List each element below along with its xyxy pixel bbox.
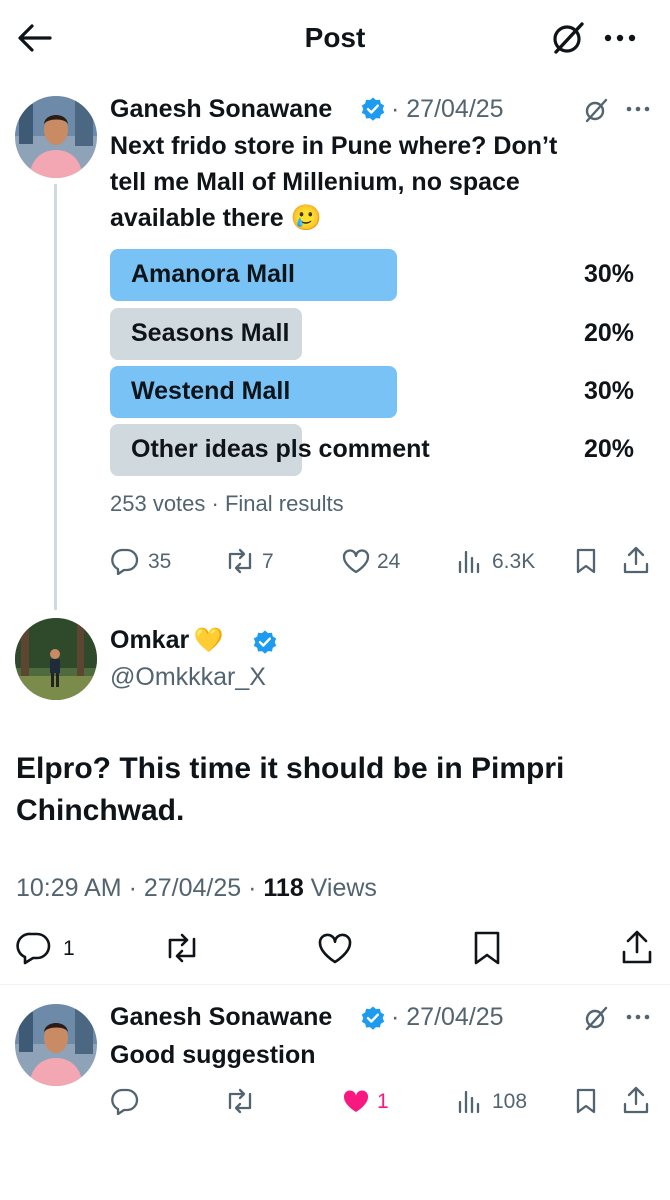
author-name[interactable]: Ganesh Sonawane — [110, 1003, 332, 1032]
poll-option[interactable]: Amanora Mall 30% — [110, 249, 640, 301]
tweet-text-line: Elpro? This time it should be in Pimpri — [16, 752, 565, 785]
avatar[interactable] — [15, 618, 97, 700]
views-count: 118 — [263, 874, 304, 902]
like-count: 24 — [377, 550, 401, 573]
poll-option-label: Westend Mall — [131, 377, 291, 405]
thread-line — [54, 184, 57, 610]
reply-count: 1 — [63, 937, 75, 960]
poll-option-label: Other ideas pls comment — [131, 435, 430, 463]
post-date: · 27/04/25 — [391, 1003, 504, 1031]
views-icon[interactable] — [456, 548, 484, 574]
tweet-text: Good suggestion — [110, 1041, 316, 1069]
more-icon[interactable] — [624, 1008, 652, 1026]
author-name: Omkar — [110, 626, 190, 654]
author-name[interactable]: Ganesh Sonawane — [110, 95, 332, 124]
more-icon[interactable] — [624, 100, 652, 118]
views-label: Views — [303, 874, 377, 902]
reply-icon[interactable] — [16, 931, 52, 965]
tweet-text-line: available there 🥲 — [110, 204, 322, 232]
poll-option-percent: 20% — [583, 319, 634, 347]
repost-icon[interactable] — [162, 932, 202, 964]
view-count: 6.3K — [492, 550, 536, 573]
tweet-text: Next frido store in Pune where? Don’t te… — [110, 128, 650, 236]
poll-summary: 253 votes · Final results — [110, 491, 344, 517]
like-icon-filled[interactable] — [341, 1088, 371, 1115]
poll-option-percent: 30% — [583, 260, 634, 288]
reply-count: 35 — [148, 550, 172, 573]
author-emoji: 💛 — [193, 627, 224, 654]
like-count: 1 — [377, 1090, 389, 1113]
poll-option-percent: 30% — [583, 377, 634, 405]
repost-icon[interactable] — [224, 1088, 256, 1114]
view-count: 108 — [492, 1090, 528, 1113]
more-icon[interactable] — [602, 26, 638, 50]
avatar[interactable] — [15, 96, 97, 178]
divider — [0, 984, 670, 985]
share-icon[interactable] — [620, 928, 654, 966]
grok-icon[interactable] — [582, 1004, 610, 1032]
tweet-text: Elpro? This time it should be in Pimpri … — [16, 748, 656, 832]
like-icon[interactable] — [316, 932, 354, 966]
grok-icon[interactable] — [548, 18, 588, 58]
bookmark-icon[interactable] — [574, 547, 598, 575]
poll-option[interactable]: Seasons Mall 20% — [110, 308, 640, 360]
poll-option[interactable]: Westend Mall 30% — [110, 366, 640, 418]
tweet-text-line: Next frido store in Pune where? Don’t — [110, 132, 558, 160]
reply-author[interactable]: Omkar 💛 — [110, 626, 224, 655]
reply-icon[interactable] — [110, 547, 140, 575]
poll-status: · Final results — [211, 491, 344, 516]
post-timestamp: 10:29 AM · 27/04/25 · 118 Views — [16, 874, 377, 903]
verified-badge-icon — [360, 96, 386, 122]
grok-icon[interactable] — [582, 96, 610, 124]
post-time: 10:29 AM · 27/04/25 · — [16, 874, 264, 902]
poll-option-label: Seasons Mall — [131, 319, 290, 347]
poll-votes: 253 votes — [110, 491, 206, 516]
views-icon[interactable] — [456, 1088, 484, 1114]
poll-option[interactable]: Other ideas pls comment 20% — [110, 424, 640, 476]
verified-badge-icon — [252, 629, 278, 655]
reply-icon[interactable] — [110, 1087, 140, 1115]
bookmark-icon[interactable] — [574, 1087, 598, 1115]
share-icon[interactable] — [622, 1085, 650, 1115]
share-icon[interactable] — [622, 545, 650, 575]
author-handle[interactable]: @Omkkkar_X — [110, 663, 266, 692]
poll-option-label: Amanora Mall — [131, 260, 295, 288]
tweet-text-line: Chinchwad. — [16, 794, 185, 827]
post-date: · 27/04/25 — [391, 95, 504, 123]
repost-count: 7 — [262, 550, 274, 573]
tweet-text-line: tell me Mall of Millenium, no space — [110, 168, 520, 196]
avatar[interactable] — [15, 1004, 97, 1086]
verified-badge-icon — [360, 1005, 386, 1031]
like-icon[interactable] — [341, 548, 371, 575]
bookmark-icon[interactable] — [472, 930, 502, 966]
poll-option-percent: 20% — [583, 435, 634, 463]
repost-icon[interactable] — [224, 548, 256, 574]
